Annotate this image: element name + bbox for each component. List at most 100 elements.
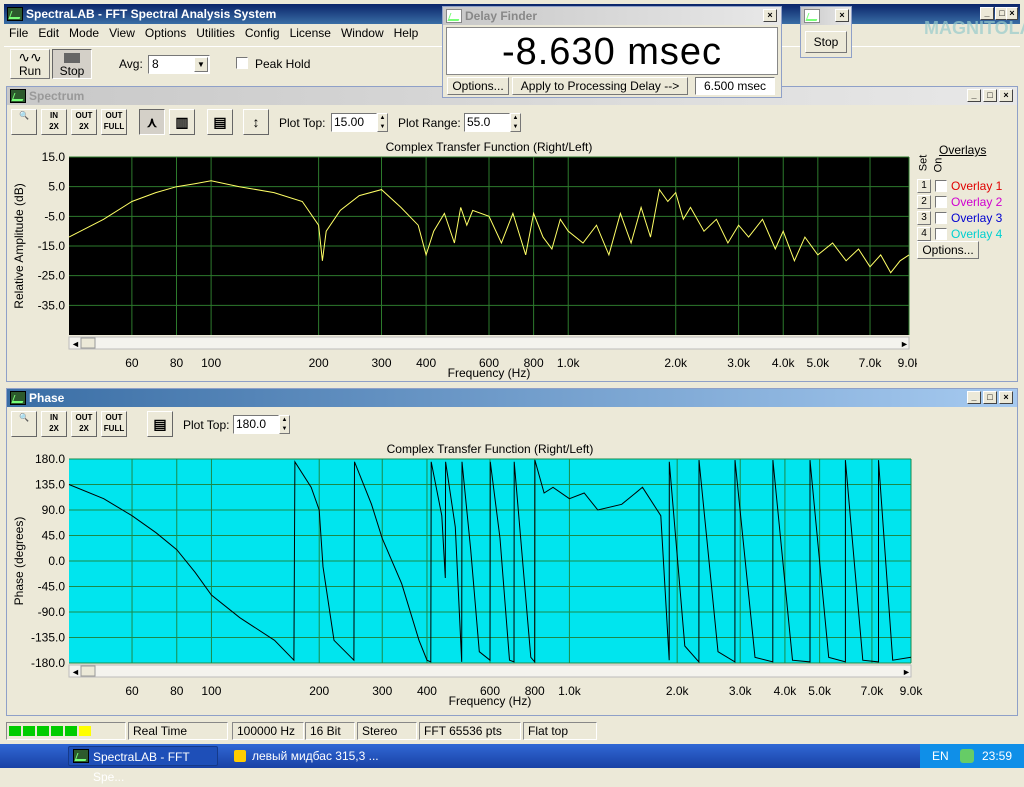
autoscale-icon[interactable]: ↕ [243, 109, 269, 135]
x-tick-label: 300 [372, 684, 392, 698]
overlay-on-checkbox-3[interactable] [935, 212, 947, 224]
delay-finder-window: Delay Finder × -8.630 msec Options... Ap… [442, 6, 782, 98]
overlay-label-2: Overlay 2 [951, 195, 1003, 209]
level-meter [6, 722, 126, 740]
menu-mode[interactable]: Mode [64, 24, 104, 42]
overlay-set-button-1[interactable]: 1 [917, 179, 931, 193]
x-tick-label: 100 [201, 356, 221, 370]
x-tick-label: 300 [371, 356, 391, 370]
overlay-set-button-3[interactable]: 3 [917, 211, 931, 225]
phase-restore-icon[interactable]: □ [983, 391, 997, 404]
delay-value-field[interactable]: 6.500 msec [695, 77, 775, 95]
status-channels: Stereo [357, 722, 417, 740]
overlays-options-button[interactable]: Options... [917, 241, 979, 259]
delay-options-button[interactable]: Options... [447, 77, 509, 95]
tray-icon[interactable] [960, 749, 974, 763]
avg-select[interactable]: 8 ▼ [148, 55, 210, 74]
stop-mini-title-bar: × [801, 7, 851, 25]
phase-plot-top-spinner[interactable]: ▲ ▼ [279, 415, 290, 434]
x-tick-label: 7.0k [859, 356, 883, 370]
menu-window[interactable]: Window [336, 24, 389, 42]
task-spectralab-label: SpectraLAB - FFT Spe... [93, 750, 190, 784]
x-tick-label: 400 [416, 356, 436, 370]
status-mode: Real Time [128, 722, 228, 740]
delay-finder-close-icon[interactable]: × [763, 9, 777, 22]
plot-range-spinner[interactable]: ▲ ▼ [510, 113, 521, 132]
chart-title: Complex Transfer Function (Right/Left) [387, 442, 594, 456]
peak-hold-checkbox[interactable] [236, 57, 248, 69]
task-browser[interactable]: левый мидбас 315,3 ... [228, 746, 398, 766]
phase-plot-top-input[interactable]: 180.0 [233, 415, 279, 434]
y-tick-label: 135.0 [35, 478, 65, 492]
menu-license[interactable]: License [285, 24, 336, 42]
task-spectralab[interactable]: SpectraLAB - FFT Spe... [68, 746, 218, 784]
line-plot-icon[interactable]: ⋏ [139, 109, 165, 135]
stop-label: Stop [59, 64, 85, 78]
sine-wave-icon: ∿∿ [18, 49, 42, 65]
phase-zoom-out-full-icon[interactable]: OUT FULL [101, 411, 127, 437]
y-tick-label: 5.0 [48, 180, 65, 194]
y-tick-label: -45.0 [38, 580, 66, 594]
overlay-on-checkbox-4[interactable] [935, 228, 947, 240]
spectrum-plot-top-spinner[interactable]: ▲ ▼ [377, 113, 388, 132]
task-browser-icon [234, 750, 246, 762]
spectrum-restore-icon[interactable]: □ [983, 89, 997, 102]
x-tick-label: 4.0k [772, 356, 796, 370]
stop-mini-close-icon[interactable]: × [835, 9, 849, 22]
zoom-out-2x-icon[interactable]: OUT 2X [71, 109, 97, 135]
menu-file[interactable]: File [4, 24, 33, 42]
status-fft-size: FFT 65536 pts [419, 722, 521, 740]
y-tick-label: 0.0 [48, 554, 65, 568]
spectrum-close-icon[interactable]: × [999, 89, 1013, 102]
x-axis-label: Frequency (Hz) [449, 694, 532, 708]
menu-edit[interactable]: Edit [33, 24, 64, 42]
phase-title: Phase [29, 391, 65, 405]
bar-plot-icon[interactable]: ▥ [169, 109, 195, 135]
stop-mini-button[interactable]: Stop [805, 31, 847, 53]
language-indicator[interactable]: EN [932, 749, 949, 763]
phase-zoom-icon[interactable]: 🔍 [11, 411, 37, 437]
y-tick-label: 15.0 [42, 150, 66, 164]
zoom-in-2x-icon[interactable]: IN 2X [41, 109, 67, 135]
spectrum-plot-top-input[interactable]: 15.00 [331, 113, 377, 132]
stop-button[interactable]: Stop [52, 49, 92, 79]
menu-utilities[interactable]: Utilities [191, 24, 240, 42]
overlay-on-checkbox-1[interactable] [935, 180, 947, 192]
delay-finder-title: Delay Finder [465, 9, 538, 23]
plot-range-label: Plot Range: [398, 116, 461, 130]
y-axis-label: Relative Amplitude (dB) [12, 183, 26, 308]
y-tick-label: -90.0 [38, 605, 66, 619]
menu-view[interactable]: View [104, 24, 140, 42]
phase-plot-top-label: Plot Top: [183, 418, 230, 432]
spectrum-minimize-icon[interactable]: _ [967, 89, 981, 102]
properties-icon[interactable]: ▤ [207, 109, 233, 135]
scroll-thumb [80, 665, 96, 677]
y-tick-label: -25.0 [38, 269, 66, 283]
phase-close-icon[interactable]: × [999, 391, 1013, 404]
zoom-out-full-icon[interactable]: OUT FULL [101, 109, 127, 135]
apply-delay-button[interactable]: Apply to Processing Delay --> [512, 77, 688, 95]
phase-properties-icon[interactable]: ▤ [147, 411, 173, 437]
y-tick-label: -180.0 [31, 656, 65, 670]
run-button[interactable]: ∿∿ Run [10, 49, 50, 79]
overlay-set-button-4[interactable]: 4 [917, 227, 931, 241]
avg-label: Avg: [119, 57, 143, 71]
phase-zoom-in-2x-icon[interactable]: IN 2X [41, 411, 67, 437]
plot-range-input[interactable]: 55.0 [464, 113, 510, 132]
x-tick-label: 80 [170, 356, 184, 370]
chart-scrollbar [68, 336, 910, 350]
zoom-icon[interactable]: 🔍 [11, 109, 37, 135]
spectrum-title: Spectrum [29, 89, 85, 103]
spectrum-chart[interactable]: 60 80 100 200 300 400 600 800 1.0k 2.0k 3.0k 4.0k 5.… [7, 139, 917, 383]
menu-config[interactable]: Config [240, 24, 285, 42]
overlay-on-checkbox-2[interactable] [935, 196, 947, 208]
chevron-down-icon[interactable]: ▼ [194, 57, 208, 72]
stop-icon [64, 53, 80, 63]
phase-chart[interactable]: 60 80 100 200 300 400 600 800 1.0k 2.0k 3.0k 4.0k 5.… [7, 441, 1013, 711]
menu-options[interactable]: Options [140, 24, 191, 42]
menu-help[interactable]: Help [389, 24, 424, 42]
phase-minimize-icon[interactable]: _ [967, 391, 981, 404]
overlay-set-button-2[interactable]: 2 [917, 195, 931, 209]
phase-zoom-out-2x-icon[interactable]: OUT 2X [71, 411, 97, 437]
overlays-title: Overlays [939, 143, 987, 157]
